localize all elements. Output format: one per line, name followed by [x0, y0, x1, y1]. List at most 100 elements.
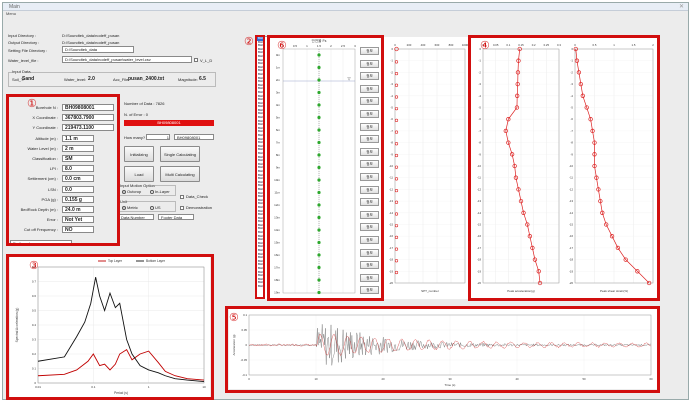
y-tick-label: 0.1 — [32, 367, 37, 371]
form-value-field[interactable]: 8.0 — [62, 165, 94, 173]
y-tick-label: -5 — [571, 106, 574, 110]
x-tick-label: 1000 — [462, 43, 469, 47]
metric-radio[interactable] — [122, 206, 126, 210]
load-button[interactable]: Load — [124, 166, 154, 182]
how-many-input[interactable]: 1 — [146, 134, 170, 140]
check-button[interactable]: 정보 — [360, 273, 379, 282]
fs-point — [317, 90, 321, 95]
vld-checkbox[interactable] — [194, 58, 198, 62]
water-file-input[interactable]: D:\Soundtek_data\nodeff_pusan\water_leve… — [62, 56, 192, 63]
y-tick-label: 0.6 — [32, 294, 37, 298]
form-label: BedRock Depth (m) : — [20, 207, 58, 212]
y-tick-label: -5 — [479, 106, 482, 110]
marker-6: ⑥ — [277, 40, 287, 52]
setting-dir-input[interactable]: D:\Soundtek_data — [62, 46, 134, 53]
earthquake-dropdown[interactable]: Earthquake ▾ — [10, 240, 72, 246]
error-highlight-bar: BH09808001 — [124, 120, 214, 126]
outcrop-radio[interactable] — [122, 190, 126, 194]
form-value-field[interactable]: BH09808001 — [62, 104, 114, 111]
check-button[interactable]: 정보 — [360, 135, 379, 144]
data-check-checkbox[interactable] — [180, 195, 184, 199]
fs-point — [317, 228, 321, 232]
y-tick-label: -2 — [571, 70, 574, 74]
inlayer-radio[interactable] — [150, 190, 154, 194]
check-button[interactable]: 정보 — [360, 248, 379, 257]
check-button[interactable]: 정보 — [360, 286, 379, 295]
multi-calculating-button[interactable]: Multi Calculating — [160, 166, 200, 182]
fs-point — [317, 240, 321, 245]
form-value-field[interactable]: 1.1 m — [62, 134, 94, 142]
depth-label: 17m — [274, 266, 280, 270]
check-button[interactable]: 정보 — [360, 210, 379, 219]
legend-label: Bottom Layer — [146, 259, 166, 263]
us-radio[interactable] — [150, 206, 154, 210]
form-value-field[interactable]: SM — [62, 155, 94, 162]
initializing-button[interactable]: Initializing — [124, 146, 154, 162]
input-dir-value: D:\Soundtek_data\nodeff_pusan — [62, 33, 120, 38]
x-tick-label: 600 — [435, 43, 440, 47]
fs-point — [317, 128, 321, 132]
y-tick-label: -18 — [477, 258, 481, 262]
fs-point — [317, 265, 321, 270]
marker-5: ⑤ — [229, 312, 239, 324]
check-button[interactable]: 정보 — [360, 147, 379, 156]
check-button[interactable]: 정보 — [360, 72, 379, 81]
form-value-field[interactable]: 24.0 m — [62, 206, 94, 213]
form-value-field[interactable]: 2 m — [62, 144, 94, 152]
y-tick-label: -6 — [391, 117, 394, 121]
check-button[interactable]: 정보 — [360, 59, 379, 68]
how-many-target-input[interactable]: BH09808001 — [174, 134, 214, 140]
check-button[interactable]: 정보 — [360, 160, 379, 169]
x-tick-label: 0.2 — [532, 43, 536, 47]
check-button[interactable]: 정보 — [360, 223, 379, 232]
check-button[interactable]: 정보 — [360, 185, 379, 194]
form-label: LPI : — [49, 166, 58, 172]
form-value-field[interactable]: 0.0 — [62, 185, 94, 193]
form-value-field[interactable]: 367803.7900 — [62, 114, 114, 122]
demonstration-checkbox[interactable] — [180, 206, 184, 210]
y-tick-label: -9 — [391, 152, 394, 156]
form-value-field[interactable]: NO — [62, 226, 94, 234]
y-tick-label: -9 — [571, 152, 574, 156]
earthquake-dropdown-value: Earthquake — [13, 241, 34, 246]
form-value-field[interactable]: 219473.1100 — [62, 124, 114, 132]
check-button[interactable]: 정보 — [360, 198, 379, 207]
check-button[interactable]: 정보 — [360, 261, 379, 270]
chevron-down-icon: ▾ — [67, 241, 70, 246]
x-axis-label: Time (s) — [445, 383, 456, 387]
form-value-field[interactable]: Not Yet — [62, 216, 94, 224]
menu-bar[interactable]: Menu — [3, 11, 688, 17]
y-tick-label: -14 — [569, 211, 573, 215]
footer-data-field[interactable]: Footer Data — [158, 214, 194, 220]
y-tick-label: -3 — [391, 82, 394, 86]
y-tick-label: -1 — [479, 59, 482, 63]
title-bar: Main ✕ — [3, 3, 688, 11]
y-tick-label: -14 — [477, 211, 481, 215]
form-label: Settlement (cm) : — [27, 176, 58, 182]
fs-point — [317, 165, 321, 170]
single-calculating-button[interactable]: Single Calculating — [160, 146, 200, 162]
number-of-data: Number of Data : 7826 — [124, 101, 165, 106]
check-button[interactable]: 정보 — [360, 84, 379, 93]
close-icon[interactable]: ✕ — [679, 3, 684, 11]
data-number-field[interactable]: Data Number — [118, 214, 154, 220]
check-button[interactable]: 정보 — [360, 236, 379, 244]
depth-label: 4m — [276, 103, 281, 107]
check-button[interactable]: 정보 — [360, 47, 379, 55]
fs-point — [317, 290, 321, 295]
y-tick-label: -4 — [391, 94, 394, 98]
form-value-field[interactable]: 0.155 g — [62, 195, 94, 203]
form-value-field[interactable]: 0.0 cm — [62, 175, 94, 183]
x-tick-label: 40 — [515, 377, 519, 381]
water-level-value: 2.0 — [88, 76, 95, 82]
y-tick-label: -1 — [571, 59, 574, 63]
x-tick-label: 400 — [421, 43, 426, 47]
spt-profile-chart: 0 200 400 600 800 10000-1-2-3-4-5-6-7-8-9-10-… — [383, 37, 469, 299]
y-tick-label: -18 — [389, 258, 393, 262]
setting-dir-label: Setting File Directory : — [8, 48, 48, 53]
check-button[interactable]: 정보 — [360, 122, 379, 131]
x-tick-label: 2.5 — [341, 44, 346, 48]
check-button[interactable]: 정보 — [360, 97, 379, 106]
check-button[interactable]: 정보 — [360, 110, 379, 118]
check-button[interactable]: 정보 — [360, 173, 379, 181]
